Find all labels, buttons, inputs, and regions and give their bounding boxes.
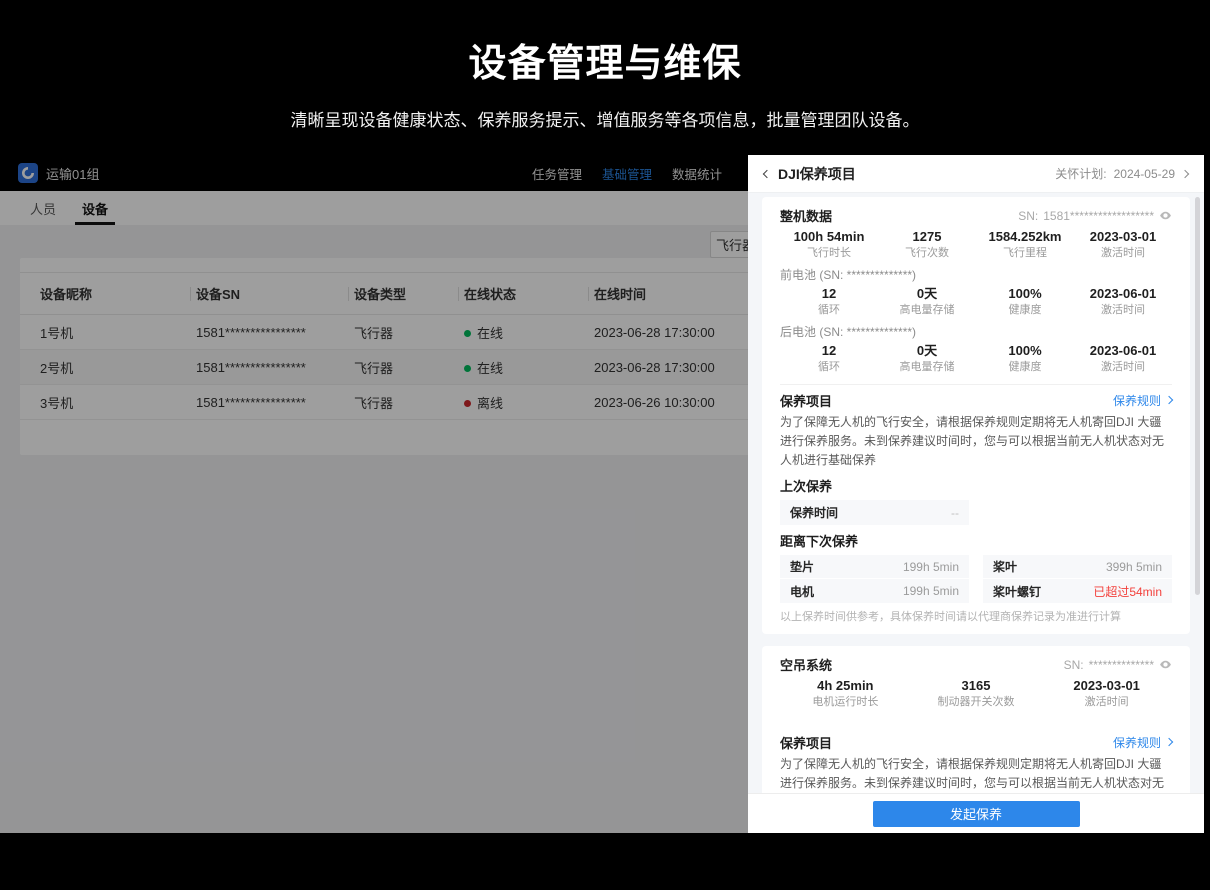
panel-scrollbar[interactable] bbox=[1195, 197, 1200, 595]
hoist-card: 空吊系统 SN: ************** 4h 25min 电机运行时长 3… bbox=[762, 646, 1190, 793]
maintenance-item-overdue: 桨叶螺钉 已超过54min bbox=[983, 579, 1172, 603]
chevron-right-icon bbox=[1180, 169, 1190, 178]
rear-battery-stats: 12 循环 0天 高电量存储 100% 健康度 2023-06-01 激活时间 bbox=[818, 343, 1157, 373]
aircraft-stats: 100h 54min 飞行时长 1275 飞行次数 1584.252km 飞行里程 2… bbox=[793, 229, 1157, 259]
care-plan-label: 关怀计划: bbox=[1055, 167, 1107, 181]
last-maintenance-title: 上次保养 bbox=[780, 479, 833, 494]
maintenance-item: 电机 199h 5min bbox=[780, 579, 969, 603]
front-battery-label: 前电池 (SN: **************) bbox=[780, 268, 917, 282]
maintenance-rules-link[interactable]: 保养规则 bbox=[1113, 392, 1174, 409]
panel-body: 整机数据 SN: 1581****************** 100h 54m… bbox=[748, 193, 1204, 793]
maintenance-item: 垫片 199h 5min bbox=[780, 555, 969, 579]
maintenance-title: 保养项目 bbox=[780, 393, 833, 409]
rear-battery-label: 后电池 (SN: **************) bbox=[780, 325, 917, 339]
page-title: 设备管理与维保 bbox=[468, 43, 742, 85]
eye-icon[interactable] bbox=[1159, 209, 1172, 222]
care-plan-date: 2024-05-29 bbox=[1113, 166, 1175, 181]
back-icon[interactable] bbox=[762, 169, 772, 178]
maintenance-footnote: 以上保养时间供参考，具体保养时间请以代理商保养记录为准进行计算 bbox=[780, 611, 1121, 623]
front-battery-stats: 12 循环 0天 高电量存储 100% 健康度 2023-06-01 激活时间 bbox=[818, 286, 1157, 316]
aircraft-sn: SN: 1581****************** bbox=[1018, 209, 1172, 223]
hoist-section-title: 空吊系统 bbox=[780, 658, 833, 673]
maintenance-desc: 为了保障无人机的飞行安全，请根据保养规则定期将无人机寄回DJI 大疆进行保养服务… bbox=[780, 757, 1165, 790]
app-screenshot: 飞行器 设备昵称 设备SN 设备类型 在线状态 在线时间 1号机 1581***… bbox=[0, 155, 1204, 833]
chevron-right-icon bbox=[1164, 395, 1174, 405]
maintenance-rules-link[interactable]: 保养规则 bbox=[1113, 734, 1174, 751]
panel-footer: 发起保养 bbox=[748, 793, 1204, 833]
aircraft-card: 整机数据 SN: 1581****************** 100h 54m… bbox=[762, 197, 1190, 634]
care-plan-link[interactable]: 关怀计划: 2024-05-29 bbox=[1055, 165, 1190, 182]
maintenance-panel: DJI保养项目 关怀计划: 2024-05-29 整机数据 SN: 1581**… bbox=[748, 155, 1204, 833]
maintenance-item: 桨叶 399h 5min bbox=[983, 555, 1172, 579]
next-maintenance-title: 距离下次保养 bbox=[780, 534, 859, 549]
start-maintenance-button[interactable]: 发起保养 bbox=[872, 800, 1080, 827]
aircraft-section-title: 整机数据 bbox=[780, 209, 833, 224]
chevron-right-icon bbox=[1164, 737, 1174, 747]
hoist-sn: SN: ************** bbox=[1064, 658, 1172, 672]
panel-header: DJI保养项目 关怀计划: 2024-05-29 bbox=[748, 155, 1204, 193]
next-maintenance-grid: 垫片 199h 5min 电机 199h 5min 桨叶 399h 5min 桨… bbox=[780, 555, 1172, 603]
page-subtitle: 清晰呈现设备健康状态、保养服务提示、增值服务等各项信息，批量管理团队设备。 bbox=[290, 111, 920, 130]
maintenance-desc: 为了保障无人机的飞行安全，请根据保养规则定期将无人机寄回DJI 大疆进行保养服务… bbox=[780, 415, 1165, 467]
maintenance-title: 保养项目 bbox=[780, 735, 833, 751]
panel-title: DJI保养项目 bbox=[778, 165, 856, 182]
hoist-stats: 4h 25min 电机运行时长 3165 制动器开关次数 2023-03-01 激活时… bbox=[812, 678, 1140, 708]
eye-icon[interactable] bbox=[1159, 658, 1172, 671]
last-maintenance-time-row: 保养时间 -- bbox=[780, 500, 969, 525]
divider bbox=[780, 384, 1172, 385]
